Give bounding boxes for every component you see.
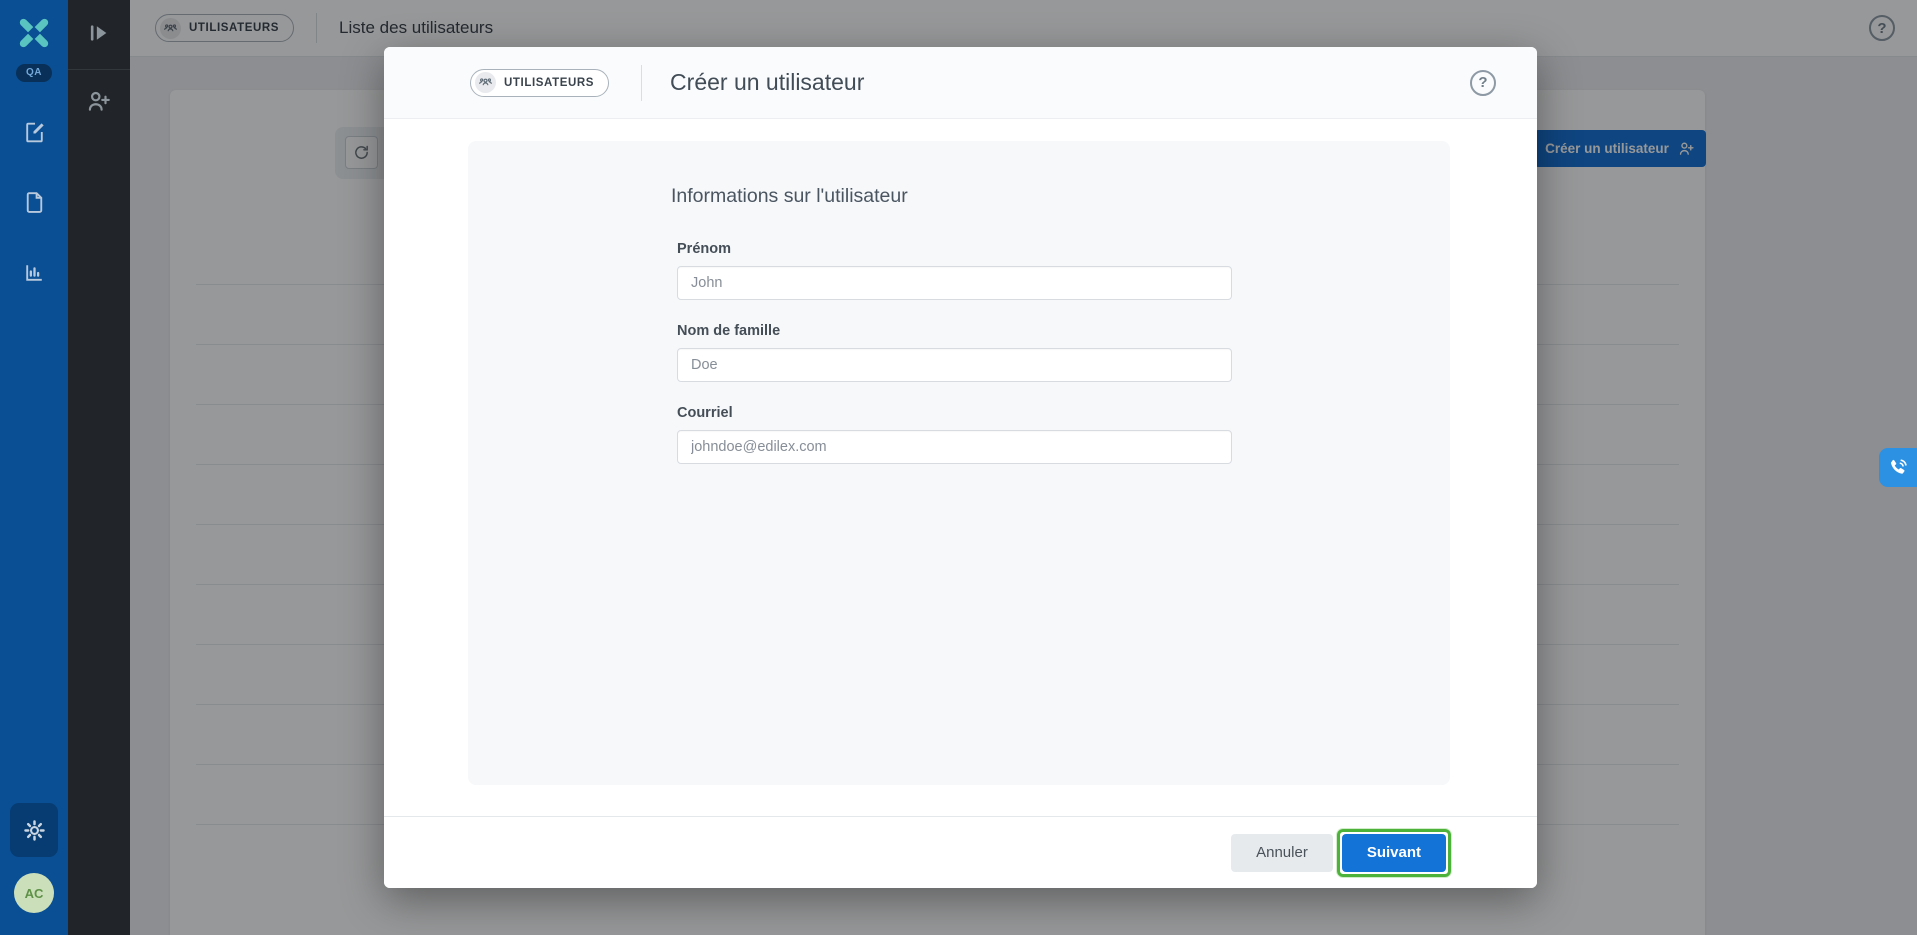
email-input[interactable] [677, 430, 1232, 464]
modal-title: Créer un utilisateur [670, 69, 864, 96]
modal-form-panel: Informations sur l'utilisateur Prénom No… [468, 141, 1450, 785]
cancel-button[interactable]: Annuler [1231, 834, 1333, 872]
annotation-highlight: Suivant [1337, 829, 1451, 877]
document-icon [22, 190, 47, 215]
contract-edit-icon [22, 120, 47, 145]
last-name-label: Nom de famille [677, 323, 1233, 339]
add-user-nav-icon[interactable] [86, 88, 112, 114]
first-name-input[interactable] [677, 266, 1232, 300]
secondary-sidebar [68, 0, 130, 935]
users-group-icon [475, 72, 496, 93]
modal-header: UTILISATEURS Créer un utilisateur ? [384, 47, 1537, 119]
next-button[interactable]: Suivant [1342, 834, 1446, 872]
modal-header-divider [641, 65, 642, 101]
modal-footer: Annuler Suivant [384, 816, 1537, 888]
modal-module-badge: UTILISATEURS [470, 69, 609, 97]
sidebar-item-settings[interactable] [10, 803, 58, 857]
last-name-input[interactable] [677, 348, 1232, 382]
phone-volume-icon [1887, 457, 1909, 479]
sidebar-item-documents[interactable] [14, 182, 54, 222]
gear-icon [23, 819, 46, 842]
field-email: Courriel [677, 405, 1233, 464]
app-screen: UTILISATEURS Liste des utilisateurs ? Cr… [0, 0, 1917, 935]
expand-sidebar-icon[interactable] [86, 20, 112, 46]
chart-icon [22, 260, 47, 285]
field-first-name: Prénom [677, 241, 1233, 300]
modal-badge-label: UTILISATEURS [504, 77, 594, 89]
environment-badge: QA [16, 64, 52, 82]
modal-help-icon[interactable]: ? [1470, 70, 1496, 96]
field-last-name: Nom de famille [677, 323, 1233, 382]
primary-sidebar: QA [0, 0, 68, 935]
user-avatar[interactable]: AC [14, 873, 54, 913]
sidebar-item-reports[interactable] [14, 252, 54, 292]
edilex-logo-icon [13, 12, 55, 54]
create-user-modal: UTILISATEURS Créer un utilisateur ? Info… [384, 47, 1537, 888]
sidebar-item-contracts[interactable] [14, 112, 54, 152]
first-name-label: Prénom [677, 241, 1233, 257]
form-section-title: Informations sur l'utilisateur [671, 185, 1233, 208]
phone-support-tab[interactable] [1879, 448, 1917, 487]
user-info-form: Informations sur l'utilisateur Prénom No… [671, 185, 1233, 487]
email-label: Courriel [677, 405, 1233, 421]
